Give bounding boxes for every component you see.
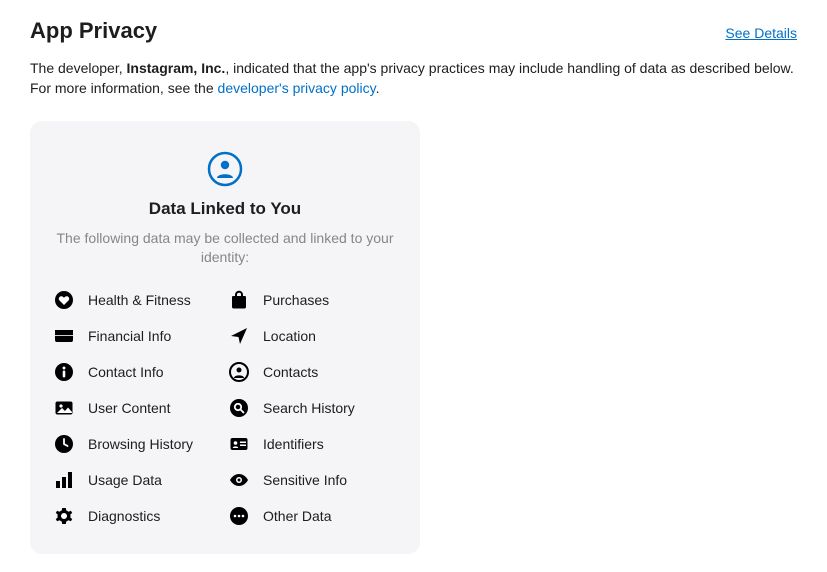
person-circle-icon: [229, 362, 249, 382]
location-arrow-icon: [229, 326, 249, 346]
description-prefix: The developer,: [30, 60, 127, 76]
data-type-item: Usage Data: [54, 470, 221, 490]
developer-name: Instagram, Inc.: [127, 60, 226, 76]
data-type-item: Identifiers: [229, 434, 396, 454]
data-type-label: Location: [263, 328, 316, 344]
data-type-label: Contacts: [263, 364, 318, 380]
gear-icon: [54, 506, 74, 526]
data-type-label: Other Data: [263, 508, 331, 524]
privacy-policy-link[interactable]: developer's privacy policy: [218, 80, 376, 96]
data-type-item: Diagnostics: [54, 506, 221, 526]
data-type-label: Search History: [263, 400, 355, 416]
data-type-item: Financial Info: [54, 326, 221, 346]
person-circle-icon: [207, 151, 243, 187]
data-type-item: Location: [229, 326, 396, 346]
page-title: App Privacy: [30, 18, 157, 44]
data-type-item: Health & Fitness: [54, 290, 221, 310]
clock-icon: [54, 434, 74, 454]
data-types-grid: Health & Fitness Purchases Financial Info L…: [54, 290, 396, 526]
eye-icon: [229, 470, 249, 490]
data-type-label: Health & Fitness: [88, 292, 191, 308]
data-type-item: Search History: [229, 398, 396, 418]
credit-card-icon: [54, 326, 74, 346]
data-type-label: Contact Info: [88, 364, 164, 380]
info-circle-icon: [54, 362, 74, 382]
data-type-item: Browsing History: [54, 434, 221, 454]
data-type-item: Contact Info: [54, 362, 221, 382]
data-type-label: Sensitive Info: [263, 472, 347, 488]
bag-icon: [229, 290, 249, 310]
data-type-item: Sensitive Info: [229, 470, 396, 490]
description-suffix: .: [376, 80, 380, 96]
data-type-label: Purchases: [263, 292, 329, 308]
heart-icon: [54, 290, 74, 310]
data-type-label: Diagnostics: [88, 508, 160, 524]
data-type-item: Purchases: [229, 290, 396, 310]
data-type-item: Contacts: [229, 362, 396, 382]
data-type-label: Financial Info: [88, 328, 171, 344]
data-type-label: Usage Data: [88, 472, 162, 488]
bar-chart-icon: [54, 470, 74, 490]
data-type-item: User Content: [54, 398, 221, 418]
privacy-description: The developer, Instagram, Inc., indicate…: [30, 58, 797, 99]
see-details-link[interactable]: See Details: [725, 25, 797, 41]
magnify-circle-icon: [229, 398, 249, 418]
data-linked-card: Data Linked to You The following data ma…: [30, 121, 420, 554]
card-subtitle: The following data may be collected and …: [54, 229, 396, 268]
data-type-label: Identifiers: [263, 436, 324, 452]
ellipsis-circle-icon: [229, 506, 249, 526]
data-type-item: Other Data: [229, 506, 396, 526]
data-type-label: Browsing History: [88, 436, 193, 452]
image-icon: [54, 398, 74, 418]
id-card-icon: [229, 434, 249, 454]
card-title: Data Linked to You: [54, 199, 396, 219]
data-type-label: User Content: [88, 400, 170, 416]
